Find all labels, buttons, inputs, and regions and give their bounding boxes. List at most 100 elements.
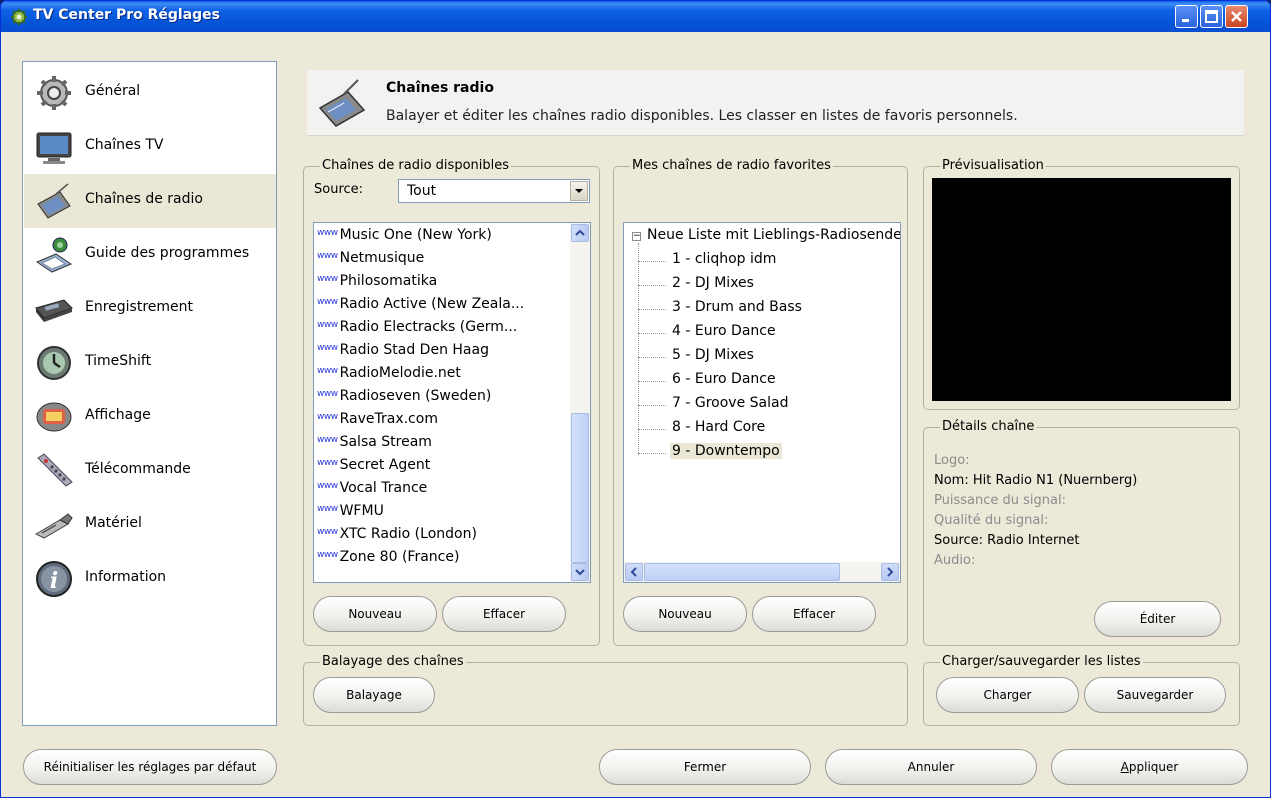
scroll-down-button[interactable] — [571, 563, 589, 581]
web-radio-icon: www — [317, 412, 338, 422]
edit-channel-button[interactable]: Éditer — [1094, 601, 1221, 637]
sidebar-item-tv-channels[interactable]: Chaînes TV — [24, 120, 276, 174]
channel-list-item[interactable]: www Salsa Stream — [317, 434, 432, 457]
favorite-tree-item[interactable]: 6 - Euro Dance — [670, 371, 778, 387]
save-list-button[interactable]: Sauvegarder — [1084, 677, 1226, 713]
sidebar-item-timeshift[interactable]: TimeShift — [24, 336, 276, 390]
channel-list-item[interactable]: www RaveTrax.com — [317, 411, 438, 434]
favorite-tree-item[interactable]: 7 - Groove Salad — [670, 395, 790, 411]
available-list-scrollbar[interactable] — [570, 223, 590, 582]
favorite-tree-item[interactable]: 4 - Euro Dance — [670, 323, 778, 339]
scroll-left-button[interactable] — [625, 563, 643, 581]
minimize-button[interactable] — [1175, 5, 1198, 28]
channel-list-item[interactable]: www Music One (New York) — [317, 227, 492, 250]
channel-list-item[interactable]: www Zone 80 (France) — [317, 549, 459, 572]
scroll-thumb[interactable] — [571, 413, 589, 563]
close-button[interactable]: Fermer — [599, 749, 811, 785]
collapse-icon[interactable]: − — [632, 232, 641, 241]
scan-button[interactable]: Balayage — [313, 677, 435, 713]
scroll-right-button[interactable] — [881, 563, 899, 581]
favorite-tree-item[interactable]: 1 - cliqhop idm — [670, 251, 778, 267]
sidebar-item-hardware[interactable]: Matériel — [24, 498, 276, 552]
close-icon — [1231, 11, 1242, 22]
channel-details-legend: Détails chaîne — [940, 419, 1037, 434]
chevron-down-icon — [575, 189, 583, 193]
favorites-hscrollbar[interactable] — [624, 562, 900, 582]
new-favorite-button[interactable]: Nouveau — [623, 596, 747, 632]
available-channels-list[interactable]: www Music One (New York) www Netmusique www P… — [313, 222, 591, 583]
favorite-tree-item[interactable]: 5 - DJ Mixes — [670, 347, 756, 363]
web-radio-icon: www — [317, 320, 338, 330]
delete-favorite-button[interactable]: Effacer — [752, 596, 876, 632]
minimize-icon — [1182, 19, 1189, 22]
source-label: Source: — [314, 182, 364, 197]
cancel-button[interactable]: Annuler — [825, 749, 1037, 785]
channel-list-item[interactable]: www Radio Electracks (Germ... — [317, 319, 517, 342]
favorites-tree[interactable]: − Neue Liste mit Lieblings-Radiosender 1 … — [623, 222, 901, 583]
tree-line — [638, 405, 666, 406]
channel-list-item[interactable]: www Secret Agent — [317, 457, 430, 480]
channel-list-item[interactable]: www Netmusique — [317, 250, 424, 273]
source-select[interactable]: Tout — [398, 179, 590, 203]
sidebar-item-program-guide[interactable]: Guide des programmes — [24, 228, 276, 282]
web-radio-icon: www — [317, 297, 338, 307]
channel-list-item[interactable]: www RadioMelodie.net — [317, 365, 461, 388]
maximize-button[interactable] — [1200, 5, 1223, 28]
tree-line — [638, 357, 666, 358]
load-list-button[interactable]: Charger — [936, 677, 1079, 713]
favorite-tree-item[interactable]: 8 - Hard Core — [670, 419, 767, 435]
title-bar[interactable]: TV Center Pro Réglages — [1, 1, 1270, 32]
tree-line — [638, 261, 666, 262]
settings-sidebar: Général Chaînes TV Chaînes de radio Guid… — [22, 61, 277, 726]
web-radio-icon: www — [317, 343, 338, 353]
channel-list-item[interactable]: www WFMU — [317, 503, 384, 526]
favorite-tree-item[interactable]: 3 - Drum and Bass — [670, 299, 804, 315]
channel-list-item[interactable]: www Philosomatika — [317, 273, 437, 296]
section-description: Balayer et éditer les chaînes radio disp… — [386, 108, 1018, 124]
channel-list-item[interactable]: www Radio Active (New Zeala... — [317, 296, 524, 319]
sidebar-item-radio-channels[interactable]: Chaînes de radio — [24, 174, 276, 228]
sidebar-item-recording[interactable]: Enregistrement — [24, 282, 276, 336]
detail-signal-quality: Qualité du signal: — [934, 513, 1049, 528]
available-channels-group: Chaînes de radio disponibles Source: Tou… — [303, 158, 600, 646]
source-select-arrow[interactable] — [570, 181, 588, 201]
chevron-left-icon — [630, 567, 637, 577]
close-window-button[interactable] — [1225, 5, 1248, 28]
favorite-tree-item[interactable]: 2 - DJ Mixes — [670, 275, 756, 291]
display-icon — [36, 402, 72, 432]
scroll-up-button[interactable] — [571, 224, 589, 242]
tree-line — [638, 453, 666, 454]
channel-list-item[interactable]: www XTC Radio (London) — [317, 526, 477, 549]
channel-list-item[interactable]: www Vocal Trance — [317, 480, 427, 503]
chevron-down-icon — [575, 569, 585, 576]
web-radio-icon: www — [317, 435, 338, 445]
favorite-tree-item[interactable]: 9 - Downtempo — [670, 443, 782, 459]
channel-scan-legend: Balayage des chaînes — [320, 654, 466, 669]
radio-icon — [37, 183, 71, 219]
sidebar-item-remote-control[interactable]: Télécommande — [24, 444, 276, 498]
favorite-channels-group: Mes chaînes de radio favorites − Neue Lis… — [613, 158, 908, 646]
section-header: Chaînes radio Balayer et éditer les chaî… — [307, 70, 1244, 136]
delete-channel-button[interactable]: Effacer — [442, 596, 566, 632]
preview-group: Prévisualisation — [923, 158, 1240, 410]
favorites-tree-root[interactable]: − Neue Liste mit Lieblings-Radiosender — [632, 227, 900, 243]
detail-signal-strength: Puissance du signal: — [934, 493, 1066, 508]
section-title: Chaînes radio — [386, 80, 494, 96]
channel-details-group: Détails chaîne Logo: Nom: Hit Radio N1 (… — [923, 419, 1240, 646]
available-channels-legend: Chaînes de radio disponibles — [320, 158, 512, 173]
sidebar-item-display[interactable]: Affichage — [24, 390, 276, 444]
preview-legend: Prévisualisation — [940, 158, 1046, 173]
hscroll-thumb[interactable] — [644, 563, 840, 581]
tree-line — [638, 381, 666, 382]
web-radio-icon: www — [317, 550, 338, 560]
sidebar-item-information[interactable]: i Information — [24, 552, 276, 606]
tree-line — [638, 333, 666, 334]
reset-defaults-button[interactable]: Réinitialiser les réglages par défaut — [23, 749, 277, 785]
channel-list-item[interactable]: www Radioseven (Sweden) — [317, 388, 491, 411]
sidebar-item-general[interactable]: Général — [24, 66, 276, 120]
apply-button[interactable]: Appliquer — [1051, 749, 1248, 785]
web-radio-icon: www — [317, 481, 338, 491]
new-channel-button[interactable]: Nouveau — [313, 596, 437, 632]
channel-list-item[interactable]: www Radio Stad Den Haag — [317, 342, 489, 365]
web-radio-icon: www — [317, 251, 338, 261]
